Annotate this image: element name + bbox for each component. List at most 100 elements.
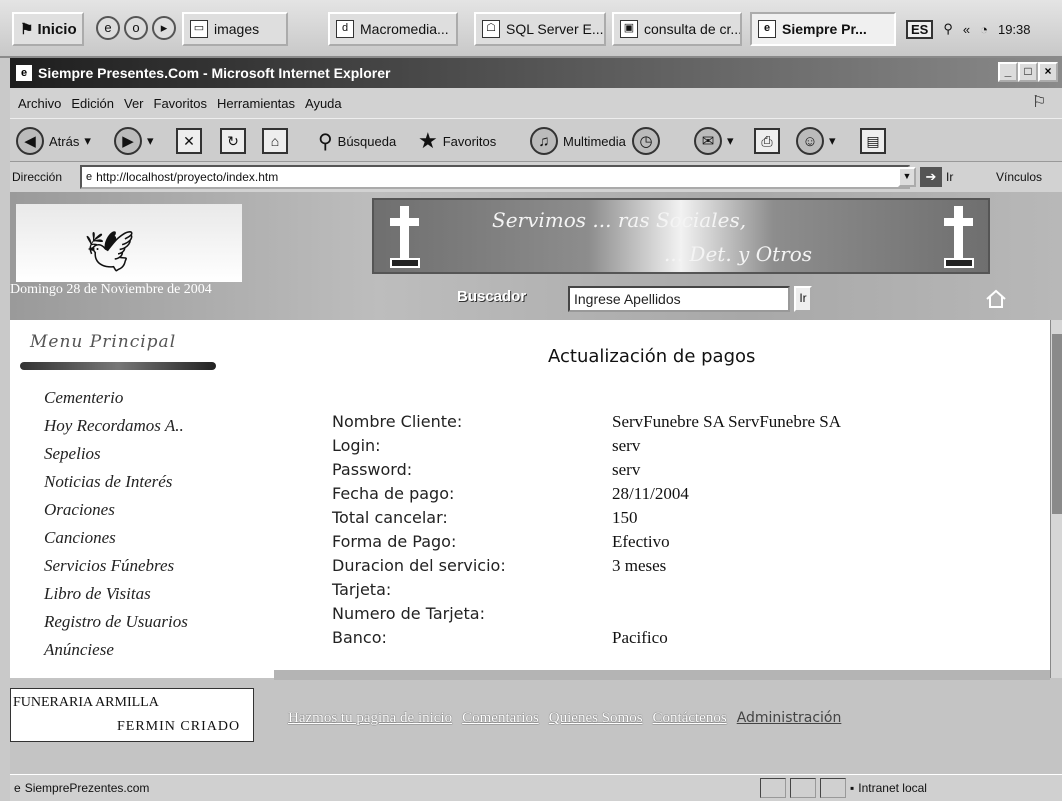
home-icon: ⌂	[262, 128, 288, 154]
history-button[interactable]: ◷	[632, 125, 660, 157]
menu-item-canciones[interactable]: Canciones	[44, 528, 116, 548]
taskbar-button-label: consulta de cr...	[644, 21, 742, 37]
field-label: Forma de Pago:	[332, 532, 457, 551]
outlook-quicklaunch-icon[interactable]: o	[124, 16, 148, 40]
content-horizontal-scrollbar[interactable]	[274, 670, 1050, 680]
messenger-button[interactable]: ☺ ▾	[796, 125, 836, 157]
stop-button[interactable]: ✕	[176, 125, 202, 157]
home-icon[interactable]	[985, 288, 1007, 310]
field-label: Numero de Tarjeta:	[332, 604, 485, 623]
surname-search-input[interactable]	[568, 286, 790, 312]
menu-archivo[interactable]: Archivo	[18, 96, 61, 111]
footer-links: Hazmos tu pagina de inicio Comentarios Q…	[288, 710, 841, 727]
tray-expand-icon[interactable]: «	[963, 22, 970, 37]
refresh-button[interactable]: ↻	[220, 125, 246, 157]
intranet-zone-icon: ▪	[850, 781, 855, 795]
banner-text-line2: ... Det. y Otros	[664, 242, 813, 266]
windows-flag-icon: ⚑	[20, 21, 34, 38]
link-comentarios[interactable]: Comentarios	[462, 710, 539, 727]
taskbar-button-consulta[interactable]: ▣ consulta de cr...	[612, 12, 742, 46]
close-icon[interactable]: ×	[1038, 62, 1058, 82]
menu-ayuda[interactable]: Ayuda	[305, 96, 342, 111]
taskbar-button-sql-server[interactable]: ☖ SQL Server E...	[474, 12, 606, 46]
content-vertical-scrollbar[interactable]	[1050, 320, 1062, 678]
window-titlebar: e Siempre Presentes.Com - Microsoft Inte…	[10, 58, 1062, 88]
media-quicklaunch-icon[interactable]: ▸	[152, 16, 176, 40]
links-button[interactable]: Vínculos	[996, 170, 1042, 184]
address-input[interactable]: e http://localhost/proyecto/index.htm	[80, 165, 910, 189]
language-indicator[interactable]: ES	[906, 19, 934, 39]
minimize-icon[interactable]: _	[998, 62, 1018, 82]
menu-edicion[interactable]: Edición	[71, 96, 114, 111]
menu-item-servicios-funebres[interactable]: Servicios Fúnebres	[44, 556, 174, 576]
menu-item-noticias[interactable]: Noticias de Interés	[44, 472, 172, 492]
multimedia-button[interactable]: ♫ Multimedia	[530, 125, 626, 157]
search-label: Búsqueda	[337, 133, 397, 149]
taskbar-button-label: Siempre Pr...	[782, 21, 867, 37]
back-label: Atrás	[49, 133, 80, 149]
menu-item-registro-usuarios[interactable]: Registro de Usuarios	[44, 612, 188, 632]
company-name-line2: FERMIN CRIADO	[117, 719, 241, 734]
folder-icon: ▭	[190, 20, 208, 38]
sql-server-icon: ☖	[482, 20, 500, 38]
maximize-icon[interactable]: □	[1018, 62, 1038, 82]
chevron-down-icon: ▾	[727, 133, 734, 148]
security-zone: ▪ Intranet local	[850, 781, 927, 795]
menu-bar: Archivo Edición Ver Favoritos Herramient…	[10, 88, 1062, 118]
taskbar-button-label: SQL Server E...	[506, 21, 604, 37]
star-icon: ★	[418, 128, 438, 153]
history-icon: ◷	[632, 127, 660, 155]
search-button[interactable]: ⚲ Búsqueda	[318, 125, 396, 157]
field-value-total-cancelar: 150	[612, 508, 638, 527]
taskbar-button-images[interactable]: ▭ images	[182, 12, 288, 46]
menu-item-cementerio[interactable]: Cementerio	[44, 388, 123, 408]
menu-herramientas[interactable]: Herramientas	[217, 96, 295, 111]
taskbar-button-macromedia[interactable]: d Macromedia...	[328, 12, 458, 46]
link-quienes-somos[interactable]: Quienes Somos	[549, 710, 643, 727]
menu-item-sepelios[interactable]: Sepelios	[44, 444, 101, 464]
favorites-button[interactable]: ★ Favoritos	[418, 125, 496, 157]
volume-icon[interactable]: ◔	[980, 22, 988, 37]
forward-button[interactable]: ▶ ▾	[114, 125, 154, 157]
address-label: Dirección	[12, 170, 63, 184]
link-set-homepage[interactable]: Hazmos tu pagina de inicio	[288, 710, 452, 727]
tray-app-icon[interactable]: ⚲	[943, 21, 953, 37]
taskbar-button-siempre-presentes[interactable]: e Siempre Pr...	[750, 12, 896, 46]
field-label: Tarjeta:	[332, 580, 392, 599]
start-label: Inicio	[37, 20, 77, 38]
back-button[interactable]: ◀ Atrás ▾	[16, 125, 91, 157]
menu-item-anunciese[interactable]: Anúnciese	[44, 640, 114, 660]
menu-item-hoy-recordamos[interactable]: Hoy Recordamos A..	[44, 416, 184, 436]
menu-item-oraciones[interactable]: Oraciones	[44, 500, 115, 520]
menu-ver[interactable]: Ver	[124, 96, 144, 111]
home-button[interactable]: ⌂	[262, 125, 288, 157]
stop-icon: ✕	[176, 128, 202, 154]
link-contactenos[interactable]: Contáctenos	[653, 710, 727, 727]
search-submit-button[interactable]: Ir	[794, 286, 812, 312]
multimedia-label: Multimedia	[563, 133, 626, 149]
menu-favoritos[interactable]: Favoritos	[154, 96, 207, 111]
address-dropdown-icon[interactable]: ▼	[898, 167, 916, 187]
print-button[interactable]: ⎙	[754, 125, 780, 157]
link-administracion[interactable]: Administración	[737, 710, 842, 727]
go-label: Ir	[946, 170, 954, 184]
field-label: Duracion del servicio:	[332, 556, 506, 575]
go-button[interactable]: ➔ Ir	[920, 166, 953, 188]
page-icon: e	[14, 781, 21, 795]
status-text: SiemprePrezentes.com	[24, 781, 150, 795]
scrollbar-thumb[interactable]	[1052, 334, 1062, 514]
address-bar: Dirección e http://localhost/proyecto/in…	[10, 162, 1062, 192]
chevron-down-icon: ▾	[829, 133, 836, 148]
mail-button[interactable]: ✉ ▾	[694, 125, 734, 157]
ie-quicklaunch-icon[interactable]: e	[96, 16, 120, 40]
discuss-button[interactable]: ▤	[860, 125, 886, 157]
cross-icon	[938, 206, 978, 270]
start-button[interactable]: ⚑ Inicio	[12, 12, 84, 46]
site-logo: 🕊	[16, 204, 242, 282]
back-arrow-icon: ◀	[16, 127, 44, 155]
forward-arrow-icon: ▶	[114, 127, 142, 155]
menu-item-libro-visitas[interactable]: Libro de Visitas	[44, 584, 151, 604]
field-value-banco: Pacifico	[612, 628, 668, 647]
field-value-duracion: 3 meses	[612, 556, 667, 575]
status-bar: e SiemprePrezentes.com ▪ Intranet local	[10, 774, 1062, 801]
